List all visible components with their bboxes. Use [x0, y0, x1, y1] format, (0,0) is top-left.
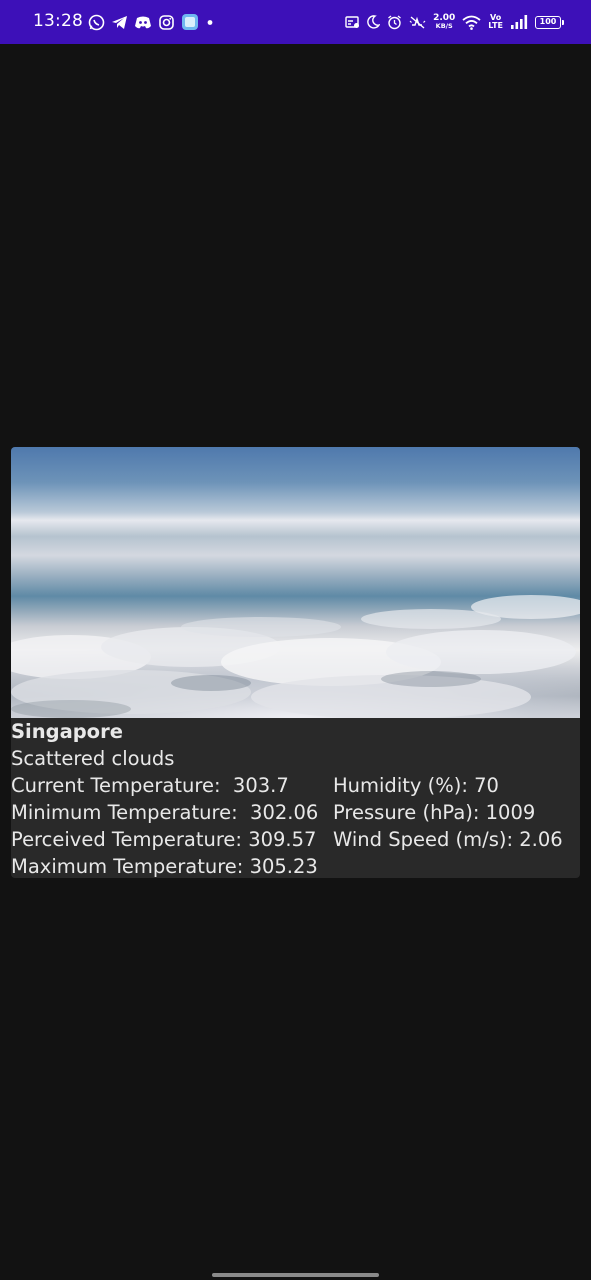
wind-speed: Wind Speed (m/s): 2.06 — [333, 828, 563, 851]
home-indicator[interactable] — [212, 1273, 379, 1277]
battery-icon: 100 — [535, 15, 564, 29]
weather-row-2: Minimum Temperature: 302.06 Pressure (hP… — [11, 799, 580, 826]
whatsapp-icon — [88, 14, 105, 30]
notification-icons — [88, 13, 221, 31]
weather-row-4: Maximum Temperature: 305.23 — [11, 853, 580, 878]
moon-icon — [367, 15, 381, 29]
card-icon — [345, 16, 360, 28]
system-icons: 2.00 KB/S Vo LTE 100 — [338, 12, 564, 32]
weather-row-1: Current Temperature: 303.7 Humidity (%):… — [11, 772, 580, 799]
weather-row-3: Perceived Temperature: 309.57 Wind Speed… — [11, 826, 580, 853]
minimum-temperature: Minimum Temperature: 302.06 — [11, 801, 319, 824]
clouds-illustration — [11, 595, 580, 718]
volte-indicator: Vo LTE — [488, 14, 503, 30]
weather-image — [11, 447, 580, 718]
status-time: 13:28 — [33, 11, 83, 31]
weather-description: Scattered clouds — [11, 747, 175, 770]
perceived-temperature: Perceived Temperature: 309.57 — [11, 828, 317, 851]
signal-icon — [511, 15, 528, 29]
pressure: Pressure (hPa): 1009 — [333, 801, 536, 824]
app-icon — [182, 14, 198, 30]
dot-icon — [207, 19, 213, 25]
telegram-icon — [112, 15, 127, 29]
discord-icon — [135, 16, 151, 28]
city-name: Singapore — [11, 720, 123, 743]
weather-details: Singapore Scattered clouds Current Tempe… — [11, 718, 580, 878]
network-speed-unit: KB/S — [435, 22, 453, 30]
current-temperature: Current Temperature: 303.7 — [11, 774, 289, 797]
instagram-icon — [159, 14, 174, 30]
humidity: Humidity (%): 70 — [333, 774, 499, 797]
mute-icon — [409, 15, 426, 29]
status-bar: 13:28 2.00 KB/S Vo LTE 100 — [0, 0, 591, 44]
alarm-icon — [388, 14, 401, 29]
maximum-temperature: Maximum Temperature: 305.23 — [11, 855, 318, 878]
network-speed: 2.00 KB/S — [433, 14, 455, 30]
weather-card: Singapore Scattered clouds Current Tempe… — [11, 447, 580, 878]
battery-level: 100 — [539, 16, 557, 26]
wifi-icon — [462, 15, 481, 30]
volte-bottom: LTE — [488, 21, 503, 30]
